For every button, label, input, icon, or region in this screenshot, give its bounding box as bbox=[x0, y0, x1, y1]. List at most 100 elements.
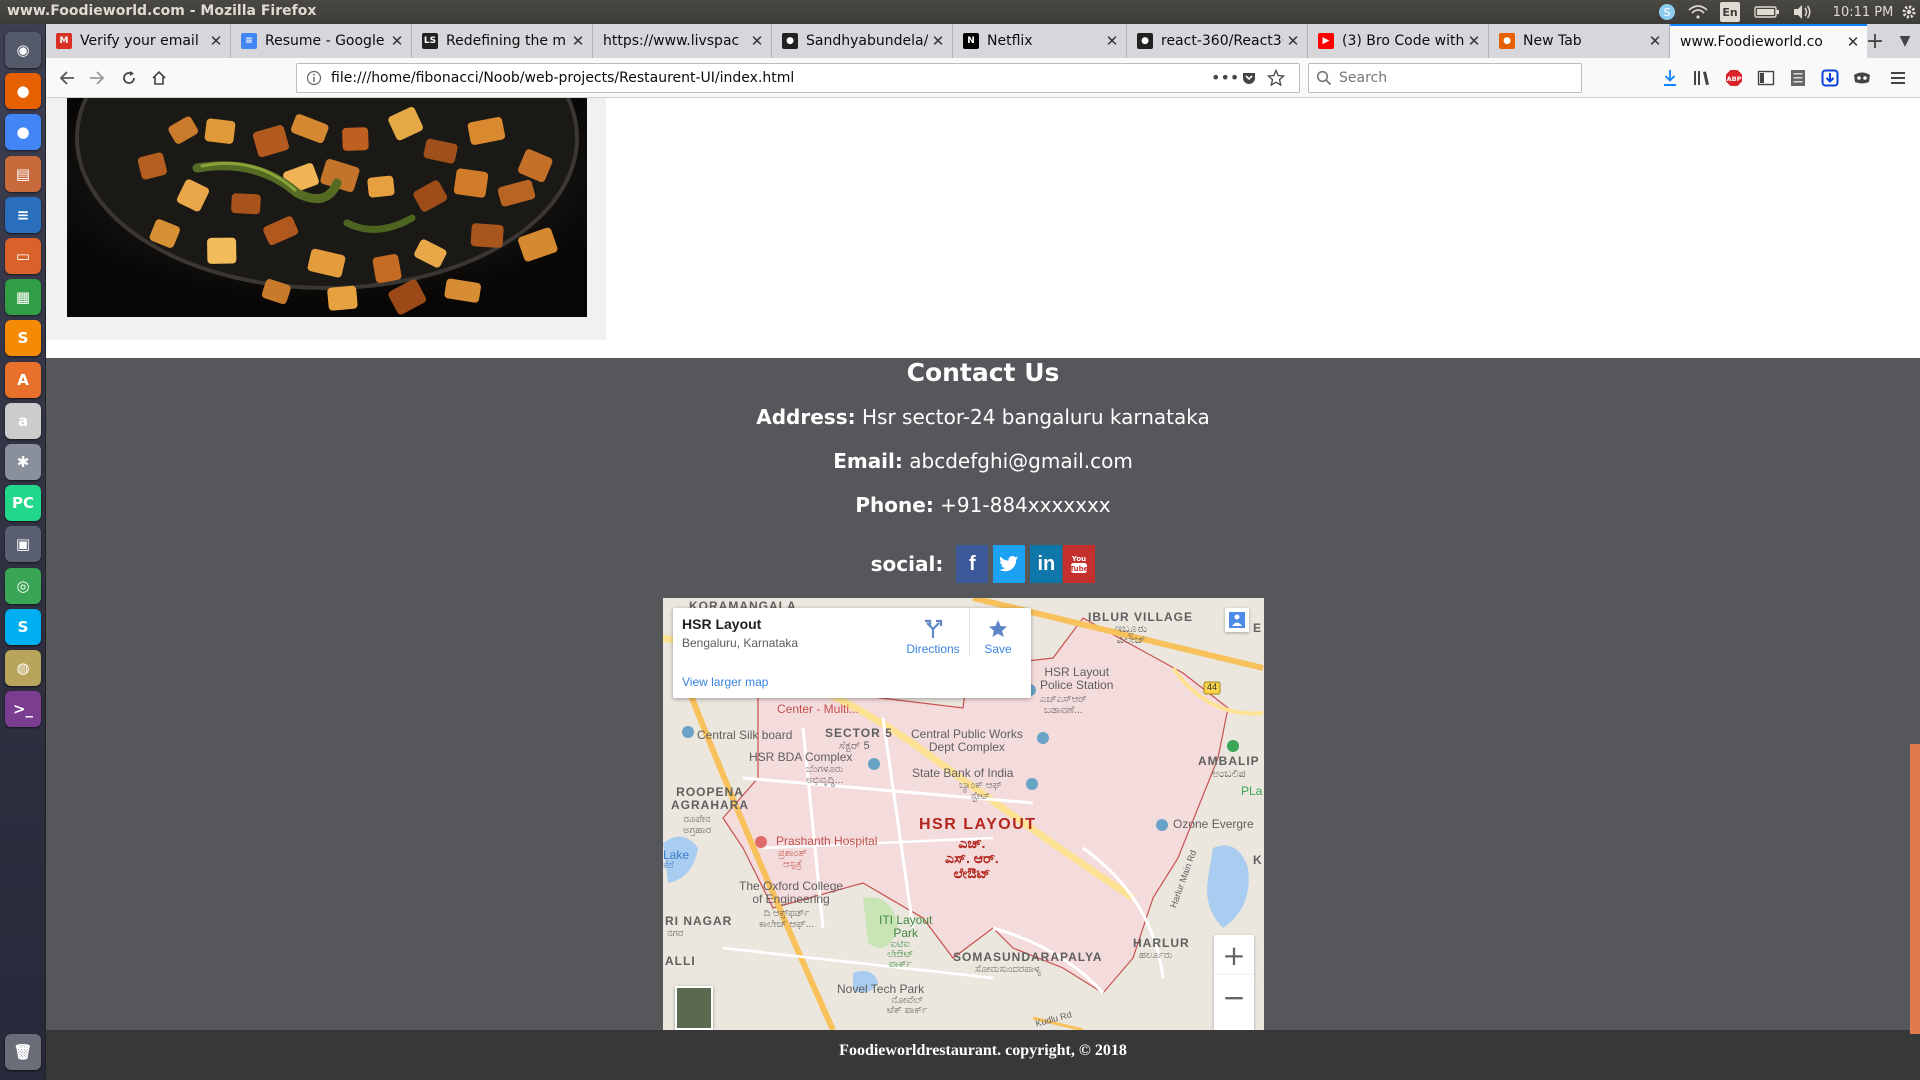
tab-close-icon[interactable]: ✕ bbox=[387, 32, 407, 50]
directions-button[interactable]: Directions bbox=[903, 618, 963, 656]
map-label: ಸೋಮಸುಂದರಪಾಳ್ಯ bbox=[975, 964, 1041, 975]
save-button[interactable]: Save bbox=[973, 618, 1023, 656]
facebook-icon[interactable]: f bbox=[956, 545, 989, 583]
map-label: ದಿ ಆಕ್ಸ್‌ಫರ್ಡ್ ಕಾಲೇಜ್ ಆಫ್... bbox=[759, 908, 815, 930]
workspace-switcher-icon[interactable]: ▣ bbox=[5, 526, 41, 563]
tab-title: www.Foodieworld.co bbox=[1680, 34, 1823, 50]
google-map-embed[interactable]: KORAMANGALA IBLUR VILLAGE ಇಬ್ಲೂರು ವಿಲೇಜ್… bbox=[663, 598, 1264, 1030]
view-larger-map-link[interactable]: View larger map bbox=[682, 675, 768, 689]
hamburger-menu-icon[interactable] bbox=[1888, 68, 1908, 88]
twitter-icon[interactable] bbox=[993, 545, 1026, 583]
map-pin-icon[interactable] bbox=[1036, 730, 1050, 749]
home-icon[interactable] bbox=[146, 66, 172, 90]
youtube-favicon-icon: ▶ bbox=[1318, 33, 1334, 49]
tab-close-icon[interactable]: ✕ bbox=[1102, 32, 1122, 50]
map-pin-icon[interactable] bbox=[1155, 817, 1169, 836]
page-info-icon[interactable] bbox=[306, 70, 322, 90]
skype-tray-icon[interactable]: S bbox=[1656, 2, 1678, 22]
address-value: Hsr sector-24 bangaluru karnataka bbox=[855, 405, 1210, 429]
volume-icon[interactable] bbox=[1790, 2, 1814, 22]
page-actions-icon[interactable]: ••• bbox=[1211, 68, 1239, 87]
adblock-plus-icon[interactable]: ABP bbox=[1724, 68, 1744, 88]
skype-icon[interactable]: S bbox=[5, 608, 41, 645]
bookmark-star-icon[interactable] bbox=[1266, 68, 1286, 91]
terminal-icon[interactable]: >_ bbox=[5, 691, 41, 728]
extension-shield-icon[interactable] bbox=[1820, 68, 1840, 88]
tab-youtube[interactable]: ▶ (3) Bro Code with ✕ bbox=[1308, 24, 1489, 58]
tab-close-icon[interactable]: ✕ bbox=[1283, 32, 1303, 50]
tab-close-icon[interactable]: ✕ bbox=[1843, 33, 1863, 51]
back-arrow-icon[interactable] bbox=[54, 66, 80, 90]
tab-github[interactable]: ● react-360/React36 ✕ bbox=[1127, 24, 1308, 58]
disk-icon[interactable]: ◍ bbox=[5, 650, 41, 686]
url-text[interactable]: file:///home/fibonacci/Noob/web-projects… bbox=[331, 70, 794, 86]
card-divider bbox=[969, 608, 970, 656]
map-label: HSR LAYOUT bbox=[919, 816, 1037, 833]
tab-close-icon[interactable]: ✕ bbox=[206, 32, 226, 50]
battery-icon[interactable] bbox=[1752, 2, 1782, 22]
forward-arrow-icon[interactable] bbox=[84, 66, 110, 90]
reader-view-icon[interactable] bbox=[1788, 68, 1808, 88]
libreoffice-calc-icon[interactable]: ▦ bbox=[5, 279, 41, 316]
software-center-icon[interactable]: A bbox=[5, 361, 41, 398]
map-zoom-in-button[interactable]: + bbox=[1214, 935, 1254, 975]
tab-close-icon[interactable]: ✕ bbox=[928, 32, 948, 50]
page-scrollbar-thumb[interactable] bbox=[1910, 744, 1920, 1034]
system-settings-icon[interactable]: ✱ bbox=[5, 444, 41, 480]
map-zoom-out-button[interactable]: − bbox=[1214, 975, 1254, 1030]
firefox-icon[interactable]: ● bbox=[5, 73, 41, 110]
tab-list-chevron-icon[interactable]: ▼ bbox=[1892, 29, 1918, 53]
pocket-icon[interactable] bbox=[1241, 70, 1257, 90]
system-gear-icon[interactable] bbox=[1900, 2, 1918, 22]
address-line: Address: Hsr sector-24 bangaluru karnata… bbox=[46, 405, 1920, 429]
trash-icon[interactable]: 🗑 bbox=[5, 1034, 41, 1070]
wifi-icon[interactable] bbox=[1686, 2, 1710, 22]
github-favicon-icon: ● bbox=[1137, 33, 1153, 49]
map-label: ನೋವೆಲ್ ಟೆಕ್ ಪಾರ್ಕ್ bbox=[887, 995, 928, 1016]
tab-close-icon[interactable]: ✕ bbox=[747, 32, 767, 50]
keyboard-layout-indicator[interactable]: En bbox=[1720, 2, 1740, 22]
new-tab-button[interactable]: + bbox=[1862, 29, 1888, 54]
clock[interactable]: 10:11 PM bbox=[1828, 2, 1898, 22]
sidebar-icon[interactable] bbox=[1756, 68, 1776, 88]
tab-bar: M Verify your email ✕ ≡ Resume - Google D ✕ L… bbox=[46, 24, 1920, 58]
tab-firefox[interactable]: ● New Tab ✕ bbox=[1489, 24, 1670, 58]
network-icon[interactable]: ◎ bbox=[5, 567, 41, 604]
downloads-icon[interactable] bbox=[1660, 68, 1680, 88]
tab-gmail[interactable]: M Verify your email ✕ bbox=[46, 24, 231, 58]
email-value: abcdefghi@gmail.com bbox=[902, 449, 1133, 473]
tab-netflix[interactable]: N Netflix ✕ bbox=[953, 24, 1127, 58]
chrome-icon[interactable]: ● bbox=[5, 114, 41, 151]
amazon-icon[interactable]: a bbox=[5, 402, 41, 439]
tab-close-icon[interactable]: ✕ bbox=[1645, 32, 1665, 50]
satellite-toggle-thumbnail[interactable] bbox=[675, 986, 713, 1030]
files-icon[interactable]: ▤ bbox=[5, 155, 41, 192]
reload-icon[interactable] bbox=[116, 66, 142, 90]
libreoffice-impress-icon[interactable]: ▭ bbox=[5, 238, 41, 274]
pycharm-icon[interactable]: PC bbox=[5, 485, 41, 522]
search-input[interactable] bbox=[1337, 68, 1572, 88]
tab-none[interactable]: www.Foodieworld.co ✕ bbox=[1670, 24, 1867, 58]
private-mask-icon[interactable] bbox=[1852, 68, 1872, 88]
youtube-icon[interactable]: You Tube bbox=[1063, 545, 1096, 583]
tab-github[interactable]: ● Sandhyabundela/✕ bbox=[772, 24, 953, 58]
map-pin-icon[interactable] bbox=[681, 724, 695, 743]
map-pin-icon[interactable] bbox=[1226, 738, 1240, 757]
map-pin-icon[interactable] bbox=[1025, 776, 1039, 795]
linkedin-icon[interactable]: in bbox=[1030, 545, 1063, 583]
library-icon[interactable] bbox=[1692, 68, 1712, 88]
street-view-pegman-icon[interactable] bbox=[1225, 608, 1249, 632]
address-bar[interactable]: file:///home/fibonacci/Noob/web-projects… bbox=[296, 63, 1300, 93]
tab-ls[interactable]: LS Redefining the m ✕ bbox=[412, 24, 593, 58]
dash-home-icon[interactable]: ◉ bbox=[5, 32, 41, 68]
libreoffice-writer-icon[interactable]: ≡ bbox=[5, 196, 41, 233]
sublime-text-icon[interactable]: S bbox=[5, 320, 41, 357]
map-pin-icon[interactable] bbox=[867, 756, 881, 775]
tab-docs[interactable]: ≡ Resume - Google D ✕ bbox=[231, 24, 412, 58]
tab-close-icon[interactable]: ✕ bbox=[1464, 32, 1484, 50]
search-bar[interactable] bbox=[1308, 63, 1582, 93]
tab-close-icon[interactable]: ✕ bbox=[568, 32, 588, 50]
hospital-pin-icon[interactable] bbox=[754, 834, 768, 853]
map-place-address: Bengaluru, Karnataka bbox=[682, 636, 799, 650]
tab-none[interactable]: https://www.livspac ✕ bbox=[593, 24, 772, 58]
